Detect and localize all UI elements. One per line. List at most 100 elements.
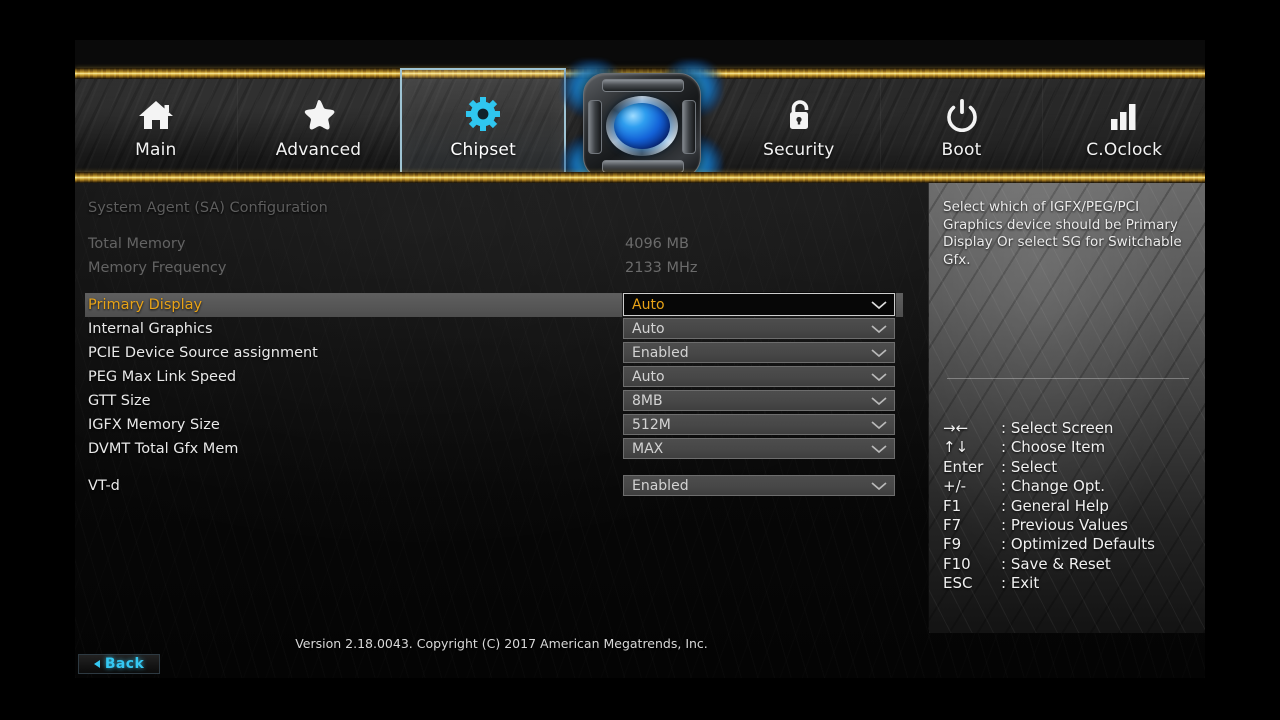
key-description: : Exit — [1001, 574, 1040, 593]
key-description: : Optimized Defaults — [1001, 535, 1155, 554]
key-legend-item: Enter : Select — [943, 458, 1193, 477]
dropdown-value: 512M — [632, 416, 671, 433]
tab-chipset[interactable]: Chipset — [400, 68, 567, 183]
setting-label: PCIE Device Source assignment — [88, 345, 318, 361]
help-pane: Select which of IGFX/PEG/PCI Graphics de… — [928, 183, 1205, 633]
brand-logo-slot — [561, 58, 724, 193]
key-description: : Save & Reset — [1001, 554, 1111, 573]
setting-row-gtt-size[interactable]: GTT Size 8MB — [88, 389, 928, 413]
key-name: F9 — [943, 535, 962, 554]
key-name: F7 — [943, 516, 962, 535]
key-description: : Change Opt. — [1001, 477, 1105, 496]
emblem-blue-orb — [614, 102, 671, 149]
setting-label: DVMT Total Gfx Mem — [88, 441, 239, 457]
dropdown-internal-graphics[interactable]: Auto — [623, 318, 895, 339]
key-name: ESC — [943, 574, 973, 593]
dropdown-value: Auto — [632, 296, 665, 313]
info-label: Total Memory — [88, 236, 186, 252]
key-description: : Select — [1001, 457, 1058, 476]
tab-advanced[interactable]: Advanced — [238, 68, 401, 183]
dropdown-value: Auto — [632, 368, 665, 385]
tab-coclock[interactable]: C.Oclock — [1043, 68, 1205, 183]
key-legend-item: F1 : General Help — [943, 497, 1193, 516]
setting-row-vt-d[interactable]: VT-d Enabled — [88, 474, 928, 498]
dropdown-value: Enabled — [632, 344, 689, 361]
key-description: : Choose Item — [1001, 438, 1106, 457]
setting-row-igfx-memory-size[interactable]: IGFX Memory Size 512M — [88, 413, 928, 437]
info-value: 2133 MHz — [625, 260, 698, 276]
setting-row-dvmt-total-gfx-mem[interactable]: DVMT Total Gfx Mem MAX — [88, 437, 928, 461]
key-legend-item: ↑↓ : Choose Item — [943, 438, 1193, 457]
setting-row-internal-graphics[interactable]: Internal Graphics Auto — [88, 317, 928, 341]
emblem-side-left — [588, 99, 603, 154]
motherboard-emblem-logo — [561, 58, 724, 193]
tab-boot-label: Boot — [941, 139, 982, 160]
setting-label: GTT Size — [88, 393, 151, 409]
tab-chipset-label: Chipset — [450, 139, 516, 160]
setting-row-pcie-device-source-assignment[interactable]: PCIE Device Source assignment Enabled — [88, 341, 928, 365]
tab-main[interactable]: Main — [75, 68, 238, 183]
lock-icon — [779, 92, 819, 132]
power-icon — [942, 92, 982, 132]
chevron-down-icon — [864, 444, 894, 454]
key-description: : Previous Values — [1001, 516, 1128, 535]
dropdown-dvmt-total-gfx-mem[interactable]: MAX — [623, 438, 895, 459]
keyboard-legend: →← : Select Screen ↑↓ : Choose Item Ente… — [943, 419, 1193, 594]
chevron-down-icon — [864, 481, 894, 491]
left-arrow-icon — [93, 660, 100, 668]
dropdown-value: 8MB — [632, 392, 663, 409]
main-navigation-bar: Main Advanced Chipset Security Boot C.Oc… — [75, 58, 1205, 193]
dropdown-gtt-size[interactable]: 8MB — [623, 390, 895, 411]
tab-advanced-label: Advanced — [275, 139, 362, 160]
key-name: Enter — [943, 457, 984, 476]
setting-label: IGFX Memory Size — [88, 417, 220, 433]
tab-main-label: Main — [135, 139, 177, 160]
info-row-total-memory: Total Memory 4096 MB — [88, 232, 928, 256]
home-icon — [136, 92, 176, 132]
gold-rail-bottom — [75, 172, 1205, 183]
chevron-down-icon — [864, 396, 894, 406]
key-description: : Select Screen — [1001, 419, 1114, 437]
content-area: System Agent (SA) Configuration Total Me… — [75, 183, 1205, 678]
tab-coclock-label: C.Oclock — [1086, 139, 1163, 160]
back-button-label: Back — [104, 656, 145, 672]
star-icon — [299, 92, 339, 132]
setting-label: Internal Graphics — [88, 321, 213, 337]
emblem-bar-top — [602, 78, 685, 92]
key-legend-item: F9 : Optimized Defaults — [943, 535, 1193, 554]
dropdown-pcie-device-source-assignment[interactable]: Enabled — [623, 342, 895, 363]
setting-row-primary-display[interactable]: Primary Display Auto — [85, 293, 928, 317]
emblem-side-right — [682, 99, 697, 154]
dropdown-igfx-memory-size[interactable]: 512M — [623, 414, 895, 435]
bios-setup-screen: Main Advanced Chipset Security Boot C.Oc… — [75, 40, 1205, 678]
help-description: Select which of IGFX/PEG/PCI Graphics de… — [943, 199, 1182, 268]
emblem-bar-bottom — [602, 159, 685, 173]
tab-security[interactable]: Security — [718, 68, 881, 183]
back-button[interactable]: Back — [78, 654, 160, 674]
dropdown-peg-max-link-speed[interactable]: Auto — [623, 366, 895, 387]
chevron-down-icon — [864, 372, 894, 382]
key-name: ↑↓ — [943, 438, 969, 457]
chevron-down-icon — [864, 324, 894, 334]
key-legend-item: F10 : Save & Reset — [943, 555, 1193, 574]
dropdown-vt-d[interactable]: Enabled — [623, 475, 895, 496]
section-title: System Agent (SA) Configuration — [88, 200, 328, 216]
setting-row-peg-max-link-speed[interactable]: PEG Max Link Speed Auto — [88, 365, 928, 389]
key-legend-item: +/- : Change Opt. — [943, 477, 1193, 496]
setting-label: VT-d — [88, 478, 120, 494]
tab-security-label: Security — [763, 139, 835, 160]
key-name: F10 — [943, 554, 971, 573]
bar-chart-icon — [1104, 92, 1144, 132]
dropdown-value: MAX — [632, 440, 664, 457]
key-name: +/- — [943, 477, 967, 496]
key-name: F1 — [943, 496, 962, 515]
version-copyright-text: Version 2.18.0043. Copyright (C) 2017 Am… — [295, 636, 708, 651]
info-value: 4096 MB — [625, 236, 689, 252]
dropdown-primary-display[interactable]: Auto — [623, 293, 895, 316]
tab-boot[interactable]: Boot — [881, 68, 1044, 183]
key-legend-item: ESC : Exit — [943, 574, 1193, 593]
settings-pane: System Agent (SA) Configuration Total Me… — [75, 183, 928, 678]
